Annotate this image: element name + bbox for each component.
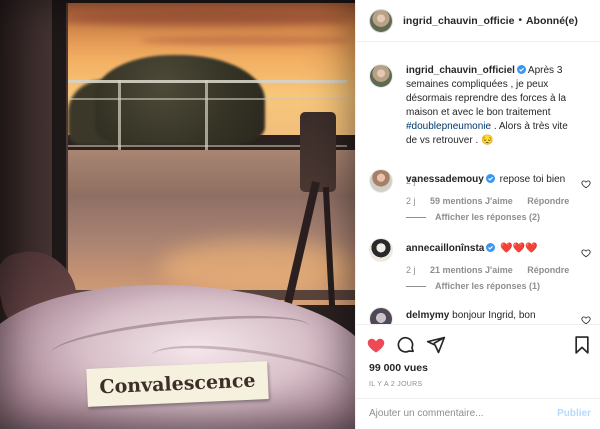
bookmark-icon[interactable] — [572, 335, 592, 355]
comment-meta: 2 j 21 mentions J'aime Répondre — [406, 265, 581, 275]
follow-status-button[interactable]: Abonné(e) — [526, 15, 578, 27]
caption-username[interactable]: ingrid_chauvin_officiel — [406, 65, 515, 76]
header-separator: • — [518, 15, 522, 26]
view-replies-button[interactable]: Afficher les réponses (2) — [406, 212, 540, 222]
post-photo[interactable]: Convalescence — [0, 0, 355, 429]
comment-text: annecaillonînsta ❤️❤️❤️ — [406, 242, 578, 256]
like-comment-heart-icon[interactable] — [581, 179, 591, 189]
comment-text: delmymy bonjour Ingrid, bon — [406, 309, 578, 323]
comment-input[interactable]: Ajouter un commentaire... — [369, 408, 484, 419]
view-count[interactable]: 99 000 vues — [369, 362, 428, 374]
comment-text: vanessademouy repose toi bien — [406, 173, 578, 187]
comment-username[interactable]: annecaillonînsta — [406, 243, 484, 254]
caption-sticker: Convalescence — [86, 361, 269, 407]
heart-icon[interactable] — [366, 335, 386, 355]
post-view: Convalescence ingrid_chauvin_officie • A… — [0, 0, 600, 429]
commenter-avatar[interactable] — [369, 169, 393, 193]
publish-button[interactable]: Publier — [557, 408, 591, 419]
author-avatar[interactable] — [369, 64, 393, 88]
caption-sticker-text: Convalescence — [99, 369, 256, 399]
author-avatar[interactable] — [369, 8, 393, 33]
post-side-panel: ingrid_chauvin_officie • Abonné(e) ingri… — [355, 0, 600, 429]
comment-meta: 2 j 59 mentions J'aime Répondre — [406, 196, 581, 206]
replies-divider — [406, 216, 426, 218]
post-actions: 99 000 vues IL Y A 2 JOURS Ajouter un co… — [356, 324, 600, 428]
share-icon[interactable] — [426, 335, 446, 355]
replies-divider — [406, 285, 426, 287]
comments-list[interactable]: ingrid_chauvin_officiel Après 3 semaines … — [356, 42, 600, 324]
reply-button[interactable]: Répondre — [527, 265, 569, 275]
comment-icon[interactable] — [396, 335, 416, 355]
view-replies-label[interactable]: Afficher les réponses (2) — [435, 212, 540, 222]
verified-badge-icon — [516, 65, 526, 74]
verified-badge-icon — [485, 174, 495, 183]
author-username[interactable]: ingrid_chauvin_officie — [403, 15, 514, 27]
verified-badge-icon — [486, 243, 496, 252]
comment-body: repose toi bien — [499, 174, 566, 185]
view-replies-label[interactable]: Afficher les réponses (1) — [435, 281, 540, 291]
view-replies-button[interactable]: Afficher les réponses (1) — [406, 281, 540, 291]
comment-body: bonjour Ingrid, bon — [452, 310, 536, 321]
post-timestamp: IL Y A 2 JOURS — [369, 381, 423, 388]
hashtag-link[interactable]: #doublepneumonie — [406, 121, 491, 132]
commenter-avatar[interactable] — [369, 307, 393, 324]
post-header: ingrid_chauvin_officie • Abonné(e) — [356, 0, 600, 42]
caption-text: ingrid_chauvin_officiel Après 3 semaines … — [406, 64, 578, 148]
comment-likes[interactable]: 21 mentions J'aime — [430, 265, 513, 275]
commenter-avatar[interactable] — [369, 238, 393, 262]
comment-username[interactable]: vanessademouy — [406, 174, 484, 185]
comment-username[interactable]: delmymy — [406, 310, 449, 321]
comment-body: ❤️❤️❤️ — [500, 243, 538, 254]
comment-age: 2 j — [406, 265, 416, 275]
add-comment-row: Ajouter un commentaire... Publier — [356, 398, 600, 429]
like-comment-heart-icon[interactable] — [581, 315, 591, 324]
comment-likes[interactable]: 59 mentions J'aime — [430, 196, 513, 206]
like-comment-heart-icon[interactable] — [581, 248, 591, 258]
reply-button[interactable]: Répondre — [527, 196, 569, 206]
comment-age: 2 j — [406, 196, 416, 206]
